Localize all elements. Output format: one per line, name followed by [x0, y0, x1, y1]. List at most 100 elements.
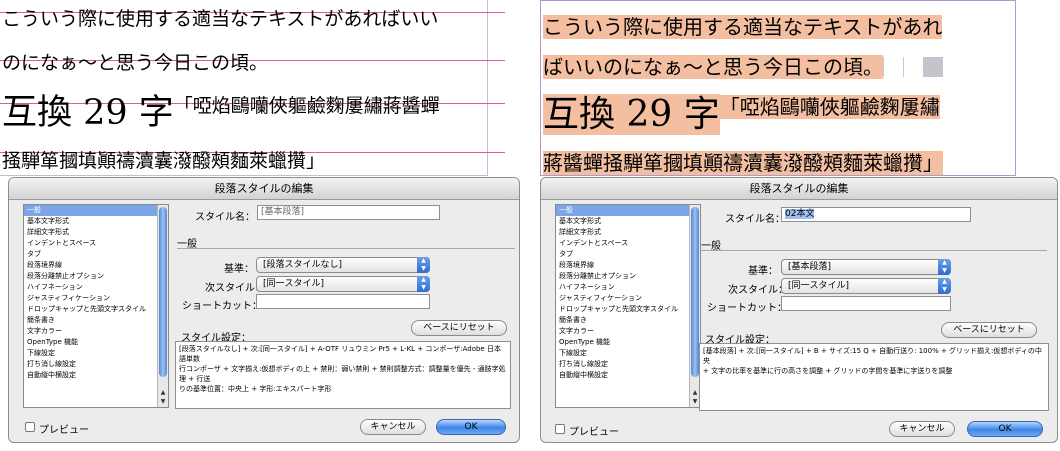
text-frame-right[interactable]: こういう際に使用する適当なテキストがあれ ばいいのになぁ～と思う今日この頃。 互…	[540, 0, 1016, 176]
text-line-mixed: 互換 29 字「啞焰鷗囒俠軀鹼麴屢繡	[543, 85, 940, 137]
text-line-highlighted: 蔣醬蟬掻騨箪摑填顚禱瀆囊潑醱頰麵萊蠟攢」	[543, 147, 943, 176]
category-item[interactable]: インデントとスペース	[556, 238, 700, 249]
ok-button[interactable]: OK	[436, 419, 506, 435]
style-name-field[interactable]: [基本段落]	[257, 205, 440, 220]
style-settings-text: [段落スタイルなし] + 次:[同一スタイル] + A-OTF リュウミン Pr…	[175, 341, 511, 409]
settings-line: [基本段落] + 次:[同一スタイル] + B + サイズ:15 Q + 自動行…	[703, 347, 1042, 365]
settings-line: + 文字の比率を基準に行の高さを調整 + グリッドの字間を基準に字送りを調整	[703, 367, 953, 375]
scroll-up-icon[interactable]: ▲	[158, 388, 168, 397]
category-item[interactable]: ハイフネーション	[556, 282, 700, 293]
shortcut-field[interactable]	[781, 296, 951, 311]
based-on-value: [基本段落]	[788, 262, 832, 272]
empty-grid-cell	[903, 57, 923, 77]
text-frame-left[interactable]: こういう際に使用する適当なテキストがあればいい のになぁ～と思う今日この頃。 互…	[0, 0, 505, 176]
reset-to-base-button[interactable]: ベースにリセット	[411, 320, 507, 336]
separator	[177, 248, 515, 249]
grid-cell-marker	[923, 57, 943, 77]
category-item[interactable]: 段落分離禁止オプション	[556, 271, 700, 282]
category-item[interactable]: 下線設定	[24, 348, 168, 359]
category-item[interactable]: 自動縦中横設定	[24, 370, 168, 381]
category-item[interactable]: 下線設定	[556, 348, 700, 359]
style-name-field[interactable]: 02本文	[781, 207, 971, 222]
shortcut-label: ショートカット：	[707, 303, 787, 314]
dialog-title: 段落スタイルの編集	[9, 178, 519, 200]
based-on-label: 基準：	[748, 266, 778, 277]
category-list[interactable]: 一般 基本文字形式 詳細文字形式 インデントとスペース タブ 段落境界線 段落分離禁止オプシ…	[555, 204, 701, 408]
small-text: 「啞焰鷗囒俠軀鹼麴屢繡	[719, 95, 940, 119]
category-item[interactable]: ハイフネーション	[24, 282, 168, 293]
scroll-thumb[interactable]	[159, 207, 167, 377]
category-list[interactable]: 一般 基本文字形式 詳細文字形式 インデントとスペース タブ 段落境界線 段落分離禁止オプシ…	[23, 204, 169, 408]
text-line: のになぁ～と思う今日この頃。	[2, 52, 269, 74]
big-text: 互換 29 字	[2, 93, 174, 133]
preview-checkbox[interactable]	[25, 422, 35, 432]
style-name-value: 02本文	[785, 209, 815, 219]
text-line-highlighted: こういう際に使用する適当なテキストがあれ	[543, 11, 943, 40]
category-item[interactable]: 打ち消し線設定	[556, 359, 700, 370]
ok-button[interactable]: OK	[967, 421, 1043, 437]
big-text: 互換 29 字	[543, 94, 720, 135]
category-item[interactable]: 簡条書き	[556, 315, 700, 326]
category-item[interactable]: 自動縦中横設定	[556, 370, 700, 381]
based-on-label: 基準：	[224, 264, 254, 275]
settings-line: [段落スタイルなし] + 次:[同一スタイル] + A-OTF リュウミン Pr…	[179, 345, 501, 363]
category-item[interactable]: インデントとスペース	[24, 238, 168, 249]
category-item[interactable]: 文字カラー	[24, 326, 168, 337]
highlighted-text: こういう際に使用する適当なテキストがあれ	[543, 15, 943, 39]
text-line: 掻騨箪摑填顚禱瀆囊潑醱頰麵萊蠟攢」	[2, 150, 326, 172]
paragraph-style-dialog: 段落スタイルの編集 一般 基本文字形式 詳細文字形式 インデントとスペース タブ 段落境界…	[8, 177, 520, 443]
left-panel: こういう際に使用する適当なテキストがあればいい のになぁ～と思う今日この頃。 互…	[0, 0, 520, 451]
category-item[interactable]: タブ	[24, 249, 168, 260]
text-line-mixed: 互換 29 字「啞焰鷗囒俠軀鹼麴屢繡蔣醬蟬	[2, 84, 440, 135]
next-style-value: [同一スタイル]	[788, 281, 850, 291]
category-item[interactable]: 一般	[556, 205, 700, 216]
updown-arrow-icon: ▲ ▼	[417, 257, 430, 273]
category-item[interactable]: 段落分離禁止オプション	[24, 271, 168, 282]
category-item[interactable]: ジャスティフィケーション	[556, 293, 700, 304]
empty-grid-cell	[883, 57, 903, 77]
category-item[interactable]: 文字カラー	[556, 326, 700, 337]
updown-arrow-icon: ▲ ▼	[938, 278, 951, 294]
cancel-button[interactable]: キャンセル	[889, 421, 955, 437]
next-style-select[interactable]: [同一スタイル] ▲ ▼	[781, 278, 951, 294]
small-text: 「啞焰鷗囒俠軀鹼麴屢繡蔣醬蟬	[173, 95, 440, 117]
preview-label: プレビュー	[569, 427, 619, 438]
style-name-label: スタイル名：	[725, 214, 785, 225]
based-on-select[interactable]: [段落スタイルなし] ▲ ▼	[256, 257, 430, 273]
highlighted-text: 蔣醬蟬掻騨箪摑填顚禱瀆囊潑醱頰麵萊蠟攢」	[543, 151, 943, 175]
category-item[interactable]: 基本文字形式	[24, 216, 168, 227]
preview-label: プレビュー	[39, 425, 89, 436]
style-name-label: スタイル名：	[195, 212, 255, 223]
category-item[interactable]: ドロップキャップと先頭文字スタイル	[24, 304, 168, 315]
category-item[interactable]: 詳細文字形式	[556, 227, 700, 238]
next-style-select[interactable]: [同一スタイル] ▲ ▼	[256, 276, 430, 292]
next-style-value: [同一スタイル]	[263, 279, 325, 289]
category-item[interactable]: OpenType 機能	[556, 337, 700, 348]
reset-to-base-button[interactable]: ベースにリセット	[941, 322, 1037, 338]
category-item[interactable]: 基本文字形式	[556, 216, 700, 227]
dialog-title: 段落スタイルの編集	[541, 178, 1057, 200]
category-item[interactable]: 段落境界線	[556, 260, 700, 271]
based-on-value: [段落スタイルなし]	[263, 260, 343, 270]
category-item[interactable]: ジャスティフィケーション	[24, 293, 168, 304]
updown-arrow-icon: ▲ ▼	[938, 259, 951, 275]
category-item[interactable]: 打ち消し線設定	[24, 359, 168, 370]
category-item[interactable]: 詳細文字形式	[24, 227, 168, 238]
category-item[interactable]: 段落境界線	[24, 260, 168, 271]
scroll-thumb[interactable]	[691, 207, 699, 377]
style-settings-text: [基本段落] + 次:[同一スタイル] + B + サイズ:15 Q + 自動行…	[699, 343, 1049, 411]
cancel-button[interactable]: キャンセル	[360, 419, 426, 435]
right-panel: こういう際に使用する適当なテキストがあれ ばいいのになぁ～と思う今日この頃。 互…	[540, 0, 1060, 451]
category-item[interactable]: 簡条書き	[24, 315, 168, 326]
scrollbar[interactable]: ▲ ▼	[157, 205, 168, 407]
category-item[interactable]: 一般	[24, 205, 168, 216]
preview-checkbox[interactable]	[555, 424, 565, 434]
text-line-highlighted: ばいいのになぁ～と思う今日この頃。	[543, 51, 943, 80]
category-item[interactable]: タブ	[556, 249, 700, 260]
category-item[interactable]: OpenType 機能	[24, 337, 168, 348]
shortcut-field[interactable]	[256, 294, 430, 309]
text-line: こういう際に使用する適当なテキストがあればいい	[2, 8, 439, 30]
based-on-select[interactable]: [基本段落] ▲ ▼	[781, 259, 951, 275]
category-item[interactable]: ドロップキャップと先頭文字スタイル	[556, 304, 700, 315]
scroll-down-icon[interactable]: ▼	[158, 397, 168, 406]
